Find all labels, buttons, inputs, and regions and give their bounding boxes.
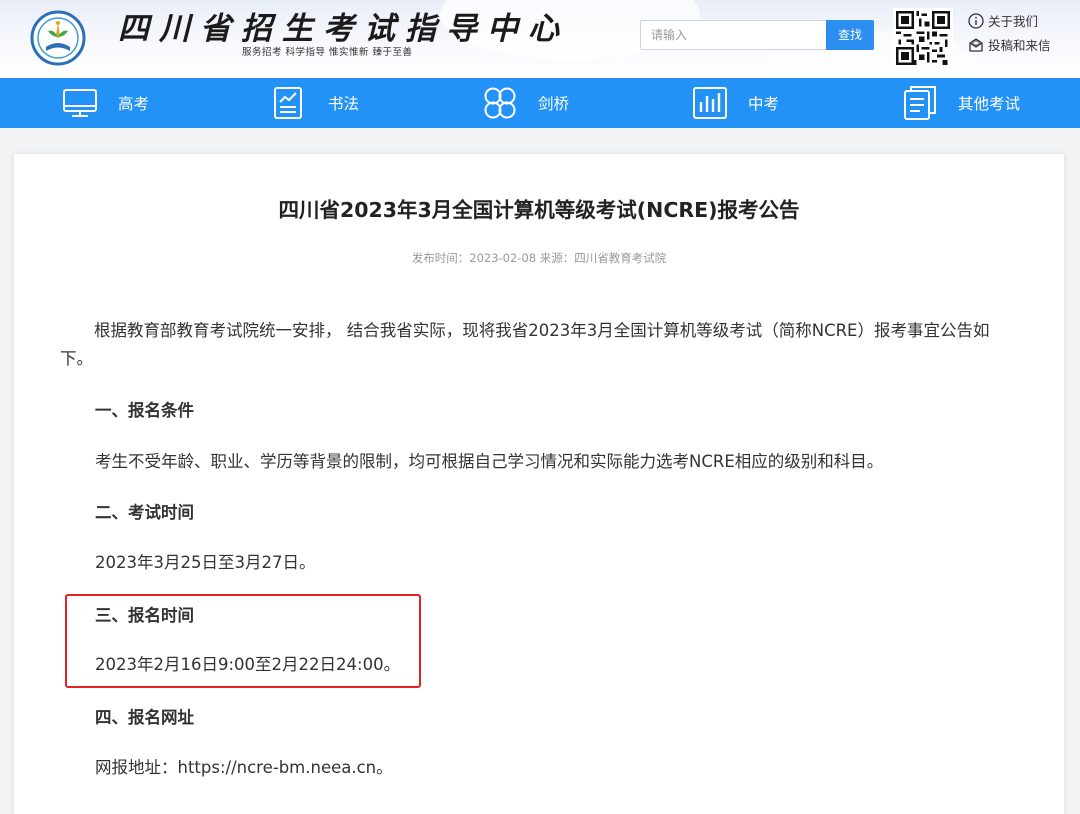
section-body: 网报地址：https://ncre-bm.neea.cn。 <box>95 758 393 777</box>
monitor-icon <box>63 89 97 117</box>
section-body: 2023年3月25日至3月27日。 <box>95 553 316 572</box>
section-heading: 四、报名网址 <box>95 708 194 727</box>
section-heading: 三、报名时间 <box>95 606 194 625</box>
section-body: 2023年2月16日9:00至2月22日24:00。 <box>95 655 401 674</box>
article-panel: 四川省2023年3月全国计算机等级考试(NCRE)报考公告 发布时间：2023-… <box>14 154 1064 814</box>
article-title: 四川省2023年3月全国计算机等级考试(NCRE)报考公告 <box>278 198 800 222</box>
bar-chart-icon <box>693 87 727 119</box>
article-intro: 根据教育部教育考试院统一安排， 结合我省实际，现将我省2023年3月全国计算机等… <box>60 321 990 368</box>
search-button[interactable]: 查找 <box>826 20 874 50</box>
article-meta: 发布时间：2023-02-08 来源：四川省教育考试院 <box>411 251 667 265</box>
document-list-icon <box>904 86 936 120</box>
site-slogan: 服务招考 科学指导 惟实惟新 臻于至善 <box>242 47 413 58</box>
nav-label-calligraphy: 书法 <box>328 95 360 113</box>
contribute-label: 投稿和来信 <box>988 38 1051 53</box>
search-input[interactable] <box>641 21 827 49</box>
qr-code <box>893 8 953 68</box>
nav-item-calligraphy[interactable]: 书法 <box>272 78 359 128</box>
nav-label-other-exams: 其他考试 <box>958 95 1021 113</box>
mail-icon <box>969 38 983 52</box>
nav-label-cambridge: 剑桥 <box>538 95 570 113</box>
site-title[interactable]: 四川省招生考试指导中心 <box>118 11 569 47</box>
section-heading: 一、报名条件 <box>95 401 194 420</box>
nav-label-gaokao: 高考 <box>118 95 150 113</box>
clover-icon <box>484 87 516 119</box>
section-body: 考生不受年龄、职业、学历等背景的限制，均可根据自己学习情况和实际能力选考NCRE… <box>95 452 884 471</box>
nav-item-cambridge[interactable]: 剑桥 <box>482 78 569 128</box>
site-header: 四川省招生考试指导中心 服务招考 科学指导 惟实惟新 臻于至善 查找 <box>0 0 1080 78</box>
section-heading: 二、考试时间 <box>95 503 194 522</box>
nav-item-other-exams[interactable]: 其他考试 <box>902 78 1020 128</box>
logo-emblem-icon[interactable] <box>30 9 86 67</box>
search-box: 查找 <box>640 20 874 50</box>
nav-item-zhongkao[interactable]: 中考 <box>692 78 779 128</box>
main-nav: 高考 书法 剑桥 中考 其他考试 <box>0 78 1080 128</box>
contribute-link[interactable]: 投稿和来信 <box>968 37 1051 55</box>
nav-item-gaokao[interactable]: 高考 <box>62 78 149 128</box>
document-chart-icon <box>274 87 302 119</box>
nav-label-zhongkao: 中考 <box>748 95 780 113</box>
about-us-link[interactable]: 关于我们 <box>968 13 1038 31</box>
about-us-label: 关于我们 <box>988 14 1039 29</box>
qr-code-icon <box>896 11 950 65</box>
info-icon <box>968 13 984 29</box>
